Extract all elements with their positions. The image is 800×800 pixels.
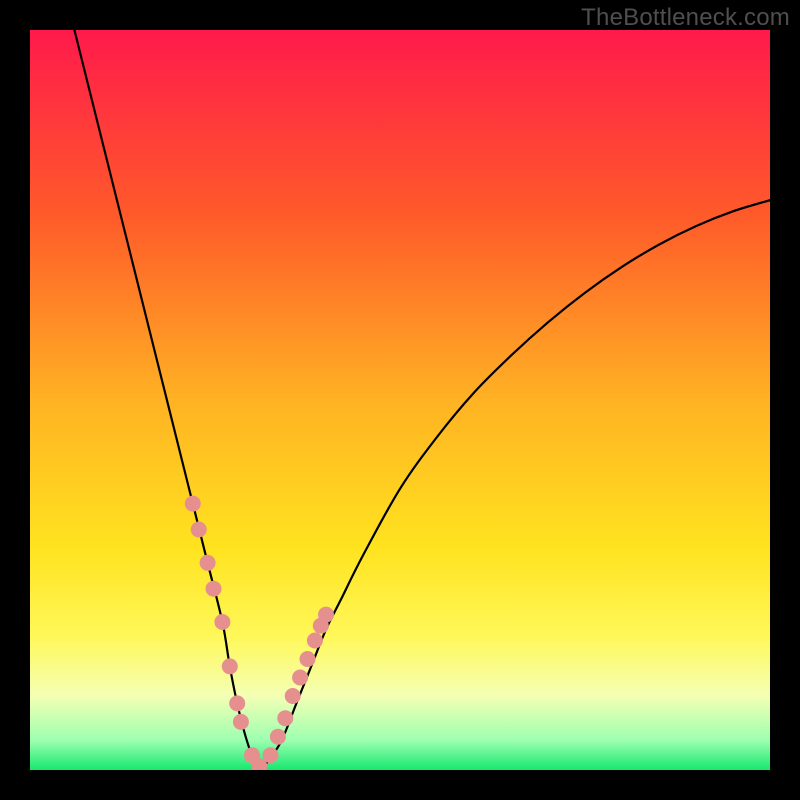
highlight-dot (300, 651, 316, 667)
plot-area (30, 30, 770, 770)
watermark-text: TheBottleneck.com (581, 4, 790, 32)
highlight-dot (214, 614, 230, 630)
highlight-dot (200, 555, 216, 571)
highlight-dot (318, 607, 334, 623)
highlight-dot (285, 688, 301, 704)
highlight-dot (206, 581, 222, 597)
highlight-dot (292, 670, 308, 686)
highlight-dot (229, 695, 245, 711)
highlight-dot (222, 658, 238, 674)
highlight-dot (233, 714, 249, 730)
highlight-dot (307, 633, 323, 649)
chart-frame: TheBottleneck.com (0, 0, 800, 800)
highlight-dot (277, 710, 293, 726)
highlight-dot (263, 747, 279, 763)
highlight-dot (270, 729, 286, 745)
highlight-dot (191, 522, 207, 538)
chart-svg (30, 30, 770, 770)
highlight-dot (185, 496, 201, 512)
